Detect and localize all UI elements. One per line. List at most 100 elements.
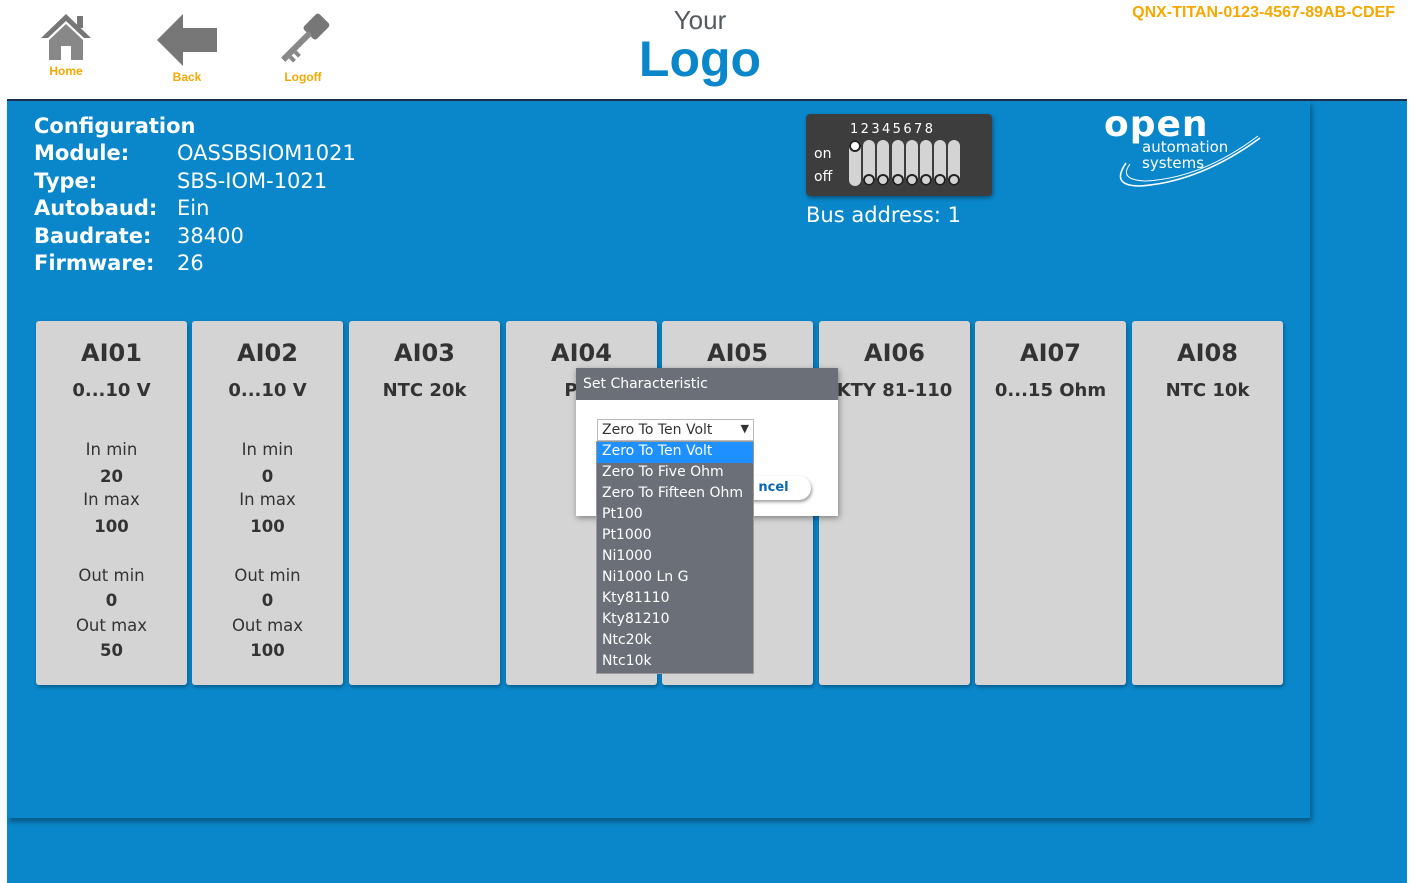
info-key: Module: bbox=[34, 141, 130, 165]
key-icon bbox=[281, 13, 330, 63]
card-name: AI01 bbox=[81, 339, 142, 367]
in-max-value: 100 bbox=[250, 517, 285, 536]
dip-switch[interactable] bbox=[920, 140, 932, 186]
dropdown-option[interactable]: Ni1000 Ln G bbox=[597, 568, 753, 589]
back-label: Back bbox=[172, 70, 202, 84]
input-card[interactable]: AI08 NTC 10k bbox=[1132, 321, 1283, 685]
characteristic-options: Zero To Ten Volt Zero To Five Ohm Zero To … bbox=[596, 441, 754, 674]
dip-knob bbox=[849, 140, 861, 152]
dip-knob bbox=[934, 174, 947, 186]
dip-off-label: off bbox=[814, 169, 833, 185]
info-key: Firmware: bbox=[34, 251, 155, 275]
input-card[interactable]: AI02 0...10 V In min 0 In max 100 Out min 0 Out … bbox=[192, 321, 343, 685]
card-type: NTC 10k bbox=[1165, 380, 1250, 401]
info-value: Ein bbox=[177, 196, 210, 220]
dip-knob bbox=[948, 174, 961, 186]
info-row-autobaud: Autobaud: Ein bbox=[34, 195, 356, 223]
card-type: 0...15 Ohm bbox=[994, 380, 1107, 401]
card-type: 0...10 V bbox=[228, 380, 307, 401]
bus-address: Bus address: 1 bbox=[806, 203, 961, 227]
card-type: 0...10 V bbox=[72, 380, 151, 401]
dropdown-option[interactable]: Zero To Five Ohm bbox=[597, 463, 753, 484]
card-name: AI05 bbox=[707, 339, 768, 367]
dropdown-option[interactable]: Kty81110 bbox=[597, 589, 753, 610]
dip-switch[interactable] bbox=[877, 140, 890, 186]
logoff-button[interactable]: Logoff bbox=[263, 12, 343, 84]
in-min-label: In min bbox=[85, 440, 138, 459]
dropdown-arrow-icon: ▼ bbox=[740, 422, 749, 435]
out-max-value: 50 bbox=[100, 641, 123, 660]
card-name: AI04 bbox=[551, 339, 612, 367]
out-max-value: 100 bbox=[250, 641, 285, 660]
dropdown-option[interactable]: Ni1000 bbox=[597, 547, 753, 568]
open-automation-systems-logo: open automation systems bbox=[1100, 104, 1270, 193]
in-min-value: 0 bbox=[261, 467, 274, 486]
dropdown-option[interactable]: Zero To Fifteen Ohm bbox=[597, 484, 753, 505]
in-max-value: 100 bbox=[94, 517, 129, 536]
page-root: Home Back Logoff Your Logo QNX-TITAN-012… bbox=[0, 0, 1415, 883]
dropdown-option[interactable]: Pt100 bbox=[597, 505, 753, 526]
dip-switch-block: 12345678 on off bbox=[806, 114, 992, 196]
info-row-firmware: Firmware: 26 bbox=[34, 250, 356, 278]
info-row-module: Module: OASSBSIOM1021 bbox=[34, 140, 356, 168]
logo-main-text: Logo bbox=[638, 31, 762, 87]
card-name: AI06 bbox=[864, 339, 925, 367]
input-card[interactable]: AI06 KTY 81-110 bbox=[819, 321, 970, 685]
out-min-value: 0 bbox=[261, 591, 274, 610]
swoosh-icon bbox=[1119, 135, 1261, 187]
card-type: NTC 20k bbox=[382, 380, 467, 401]
logoff-label: Logoff bbox=[284, 70, 322, 84]
info-value: SBS-IOM-1021 bbox=[177, 168, 328, 193]
module-info: Configuration Module: OASSBSIOM1021 Type… bbox=[34, 113, 356, 278]
in-max-label: In max bbox=[83, 490, 140, 509]
info-value: OASSBSIOM1021 bbox=[177, 141, 356, 165]
dropdown-option[interactable]: Zero To Ten Volt bbox=[597, 442, 753, 463]
dip-switch[interactable] bbox=[863, 140, 876, 186]
out-min-value: 0 bbox=[105, 591, 118, 610]
select-value: Zero To Ten Volt bbox=[602, 422, 713, 438]
info-row-type: Type: SBS-IOM-1021 bbox=[34, 168, 356, 196]
company-logo: Your Logo bbox=[600, 4, 800, 84]
out-min-label: Out min bbox=[234, 566, 301, 585]
home-button[interactable]: Home bbox=[26, 12, 106, 78]
dip-knob bbox=[905, 174, 918, 186]
home-label: Home bbox=[49, 64, 83, 78]
dip-switch[interactable] bbox=[934, 140, 947, 186]
dip-switch-numbers: 12345678 bbox=[850, 122, 936, 137]
dip-switch[interactable] bbox=[948, 140, 961, 186]
dip-on-label: on bbox=[814, 146, 832, 162]
card-name: AI03 bbox=[394, 339, 455, 367]
card-type: KTY 81-110 bbox=[836, 380, 953, 401]
info-key: Type: bbox=[34, 168, 98, 193]
dip-knob bbox=[920, 174, 932, 186]
info-row-baudrate: Baudrate: 38400 bbox=[34, 223, 356, 251]
out-min-label: Out min bbox=[78, 566, 145, 585]
dip-switch[interactable] bbox=[849, 140, 861, 186]
dropdown-option[interactable]: Ntc10k bbox=[597, 652, 753, 673]
input-card[interactable]: AI07 0...15 Ohm bbox=[975, 321, 1126, 685]
card-name: AI07 bbox=[1020, 339, 1081, 367]
dip-knob bbox=[891, 174, 904, 186]
in-min-value: 20 bbox=[100, 467, 123, 486]
dip-switch[interactable] bbox=[891, 140, 904, 186]
card-name: AI08 bbox=[1177, 339, 1238, 367]
back-button[interactable]: Back bbox=[147, 12, 227, 84]
info-key: Autobaud: bbox=[34, 196, 158, 220]
home-icon bbox=[41, 14, 91, 60]
dip-switch[interactable] bbox=[905, 140, 918, 186]
info-key: Baudrate: bbox=[34, 223, 152, 248]
dialog-title: Set Characteristic bbox=[576, 368, 838, 400]
in-min-label: In min bbox=[241, 440, 294, 459]
dip-knob bbox=[877, 174, 890, 186]
info-title: Configuration bbox=[34, 114, 196, 138]
info-value: 26 bbox=[177, 251, 204, 275]
dropdown-option[interactable]: Pt1000 bbox=[597, 526, 753, 547]
characteristic-select[interactable]: Zero To Ten Volt ▼ bbox=[597, 419, 754, 441]
input-card[interactable]: AI01 0...10 V In min 20 In max 100 Out min 0 Out… bbox=[36, 321, 187, 685]
input-card[interactable]: AI03 NTC 20k bbox=[349, 321, 500, 685]
dropdown-option[interactable]: Ntc20k bbox=[597, 631, 753, 652]
device-id: QNX-TITAN-0123-4567-89AB-CDEF bbox=[1132, 4, 1395, 21]
dropdown-option[interactable]: Kty81210 bbox=[597, 610, 753, 631]
out-max-label: Out max bbox=[231, 616, 304, 635]
in-max-label: In max bbox=[239, 490, 296, 509]
